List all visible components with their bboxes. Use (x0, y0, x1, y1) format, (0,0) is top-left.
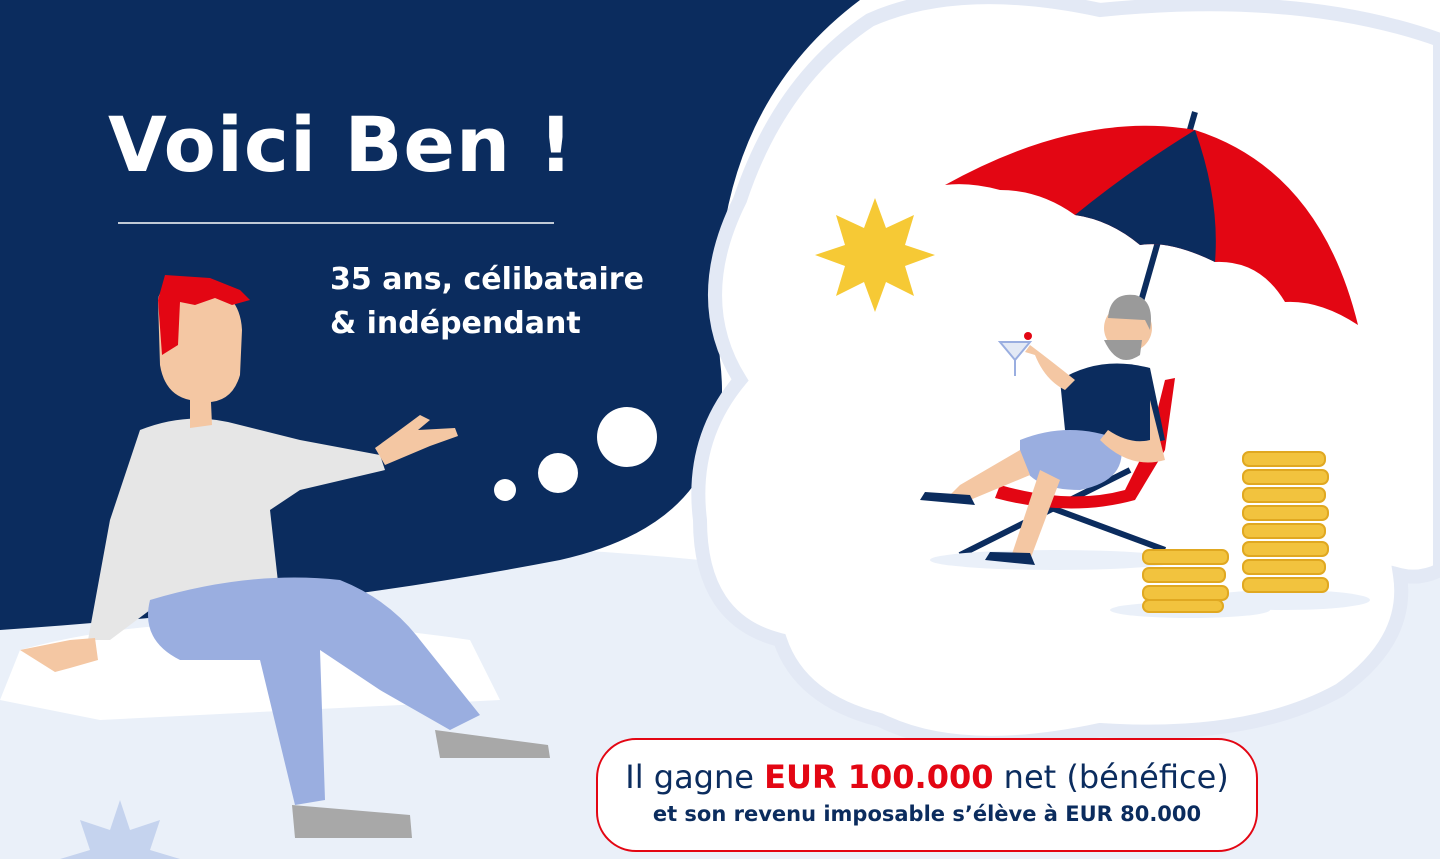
subtitle-line-2: & indépendant (330, 306, 581, 341)
taxable-income-line: et son revenu imposable s’élève à EUR 80… (652, 802, 1202, 826)
income-prefix: Il gagne (625, 758, 765, 796)
subtitle: 35 ans, célibataire & indépendant (330, 258, 644, 346)
headline-divider (118, 222, 554, 224)
income-line: Il gagne EUR 100.000 net (bénéfice) (598, 758, 1256, 796)
income-info-box: Il gagne EUR 100.000 net (bénéfice) et s… (596, 738, 1258, 852)
income-suffix: net (bénéfice) (993, 758, 1229, 796)
income-amount: EUR 100.000 (764, 758, 994, 796)
headline: Voici Ben ! (108, 100, 575, 189)
subtitle-line-1: 35 ans, célibataire (330, 262, 644, 297)
